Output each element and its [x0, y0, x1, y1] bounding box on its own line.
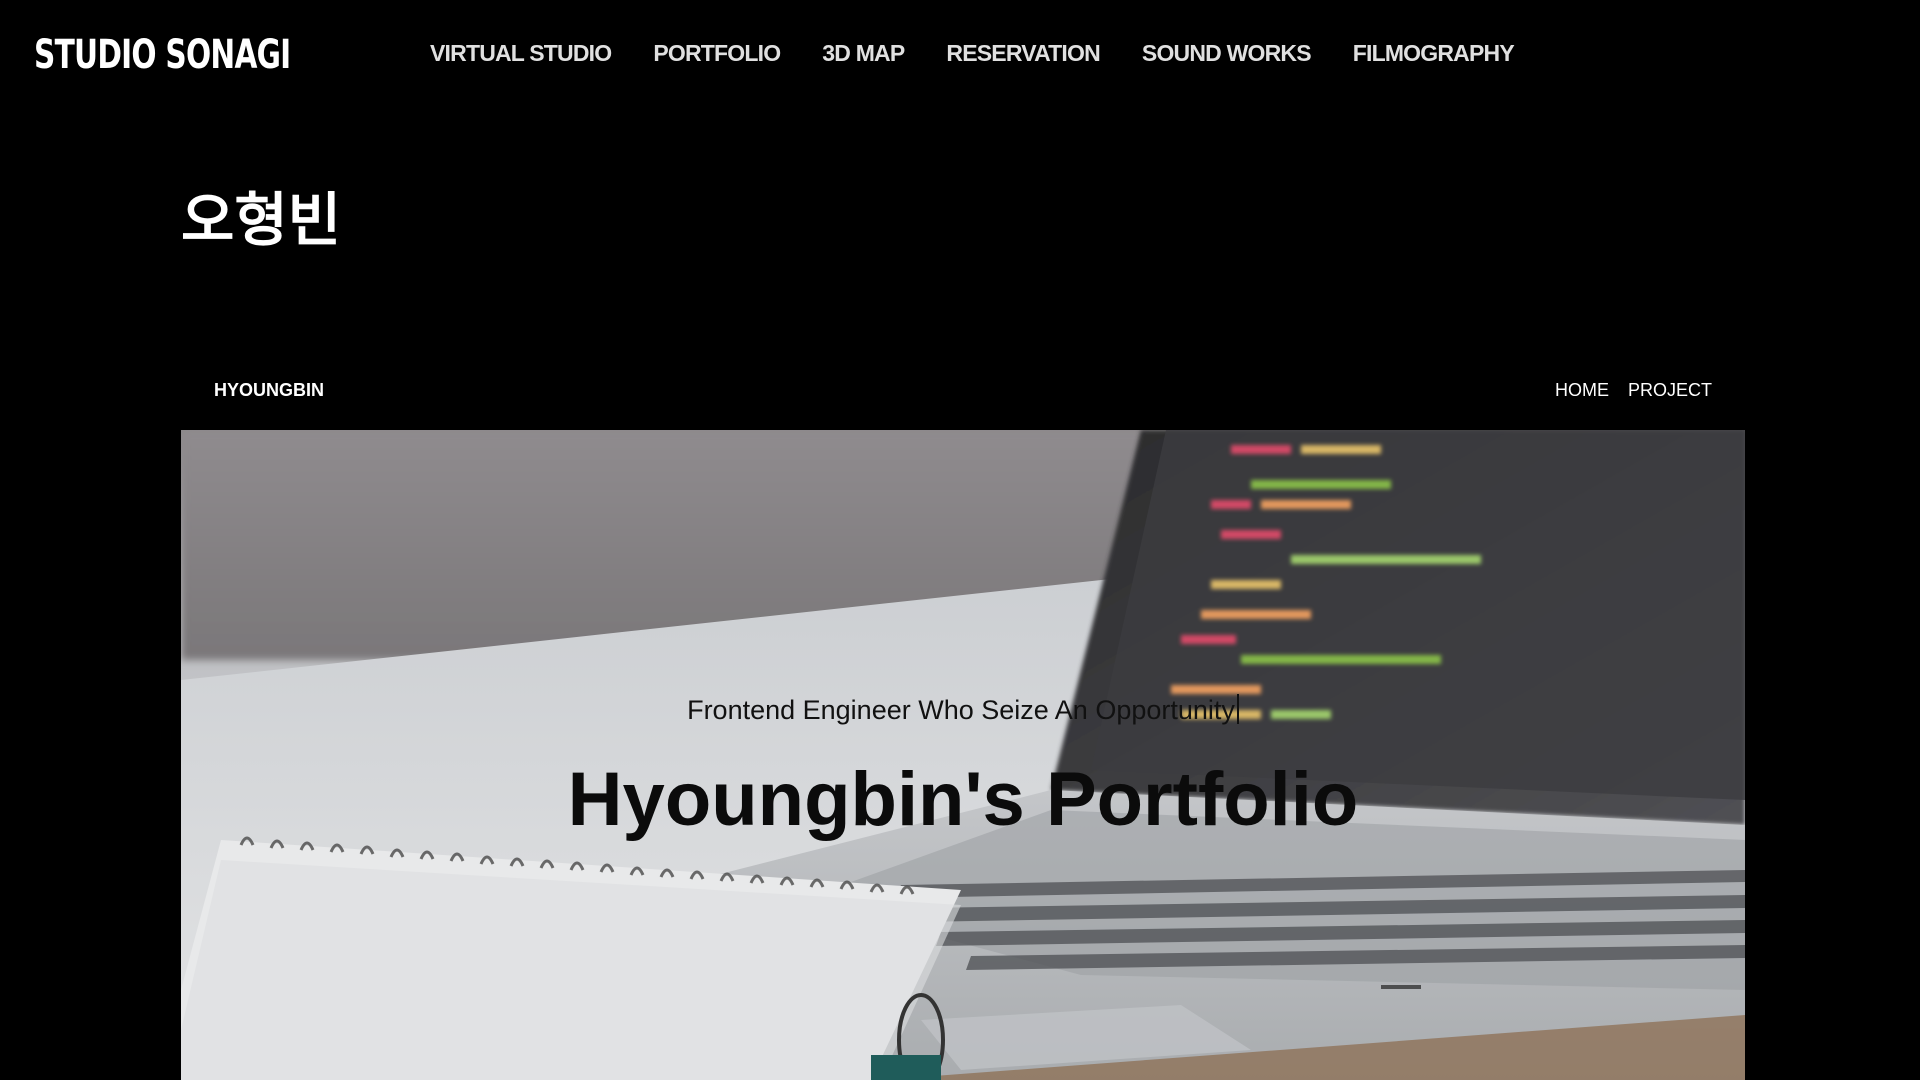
hero-subtitle: Frontend Engineer Who Seize An Opportuni…: [181, 694, 1745, 726]
nav-sound-works[interactable]: SOUND WORKS: [1142, 40, 1312, 67]
portfolio-brand[interactable]: HYOUNGBIN: [214, 380, 324, 401]
site-logo[interactable]: STUDIO SONAGI: [34, 30, 291, 80]
nav-reservation[interactable]: RESERVATION: [946, 40, 1100, 67]
laptop-desk-photo: [181, 430, 1745, 1080]
nav-3d-map[interactable]: 3D MAP: [822, 40, 905, 67]
hero-subtitle-text: Frontend Engineer Who Seize An Opportuni…: [687, 695, 1235, 725]
nav-portfolio[interactable]: PORTFOLIO: [653, 40, 781, 67]
nav-virtual-studio[interactable]: VIRTUAL STUDIO: [430, 40, 612, 67]
typing-cursor: [1236, 694, 1239, 724]
menu-project[interactable]: PROJECT: [1628, 380, 1712, 401]
portfolio-embed: HYOUNGBIN HOME PROJECT Frontend Engineer…: [181, 350, 1745, 1080]
main-menu: VIRTUAL STUDIO PORTFOLIO 3D MAP RESERVAT…: [430, 40, 1515, 67]
hero-banner: Frontend Engineer Who Seize An Opportuni…: [181, 430, 1745, 1080]
top-navigation: STUDIO SONAGI VIRTUAL STUDIO PORTFOLIO 3…: [0, 0, 1920, 108]
nav-filmography[interactable]: FILMOGRAPHY: [1353, 40, 1515, 67]
menu-home[interactable]: HOME: [1555, 380, 1609, 401]
portfolio-menu: HOME PROJECT: [1555, 380, 1712, 401]
hero-title: Hyoungbin's Portfolio: [567, 757, 1359, 842]
page-title: 오형빈: [181, 186, 342, 254]
portfolio-header: HYOUNGBIN HOME PROJECT: [181, 350, 1745, 430]
